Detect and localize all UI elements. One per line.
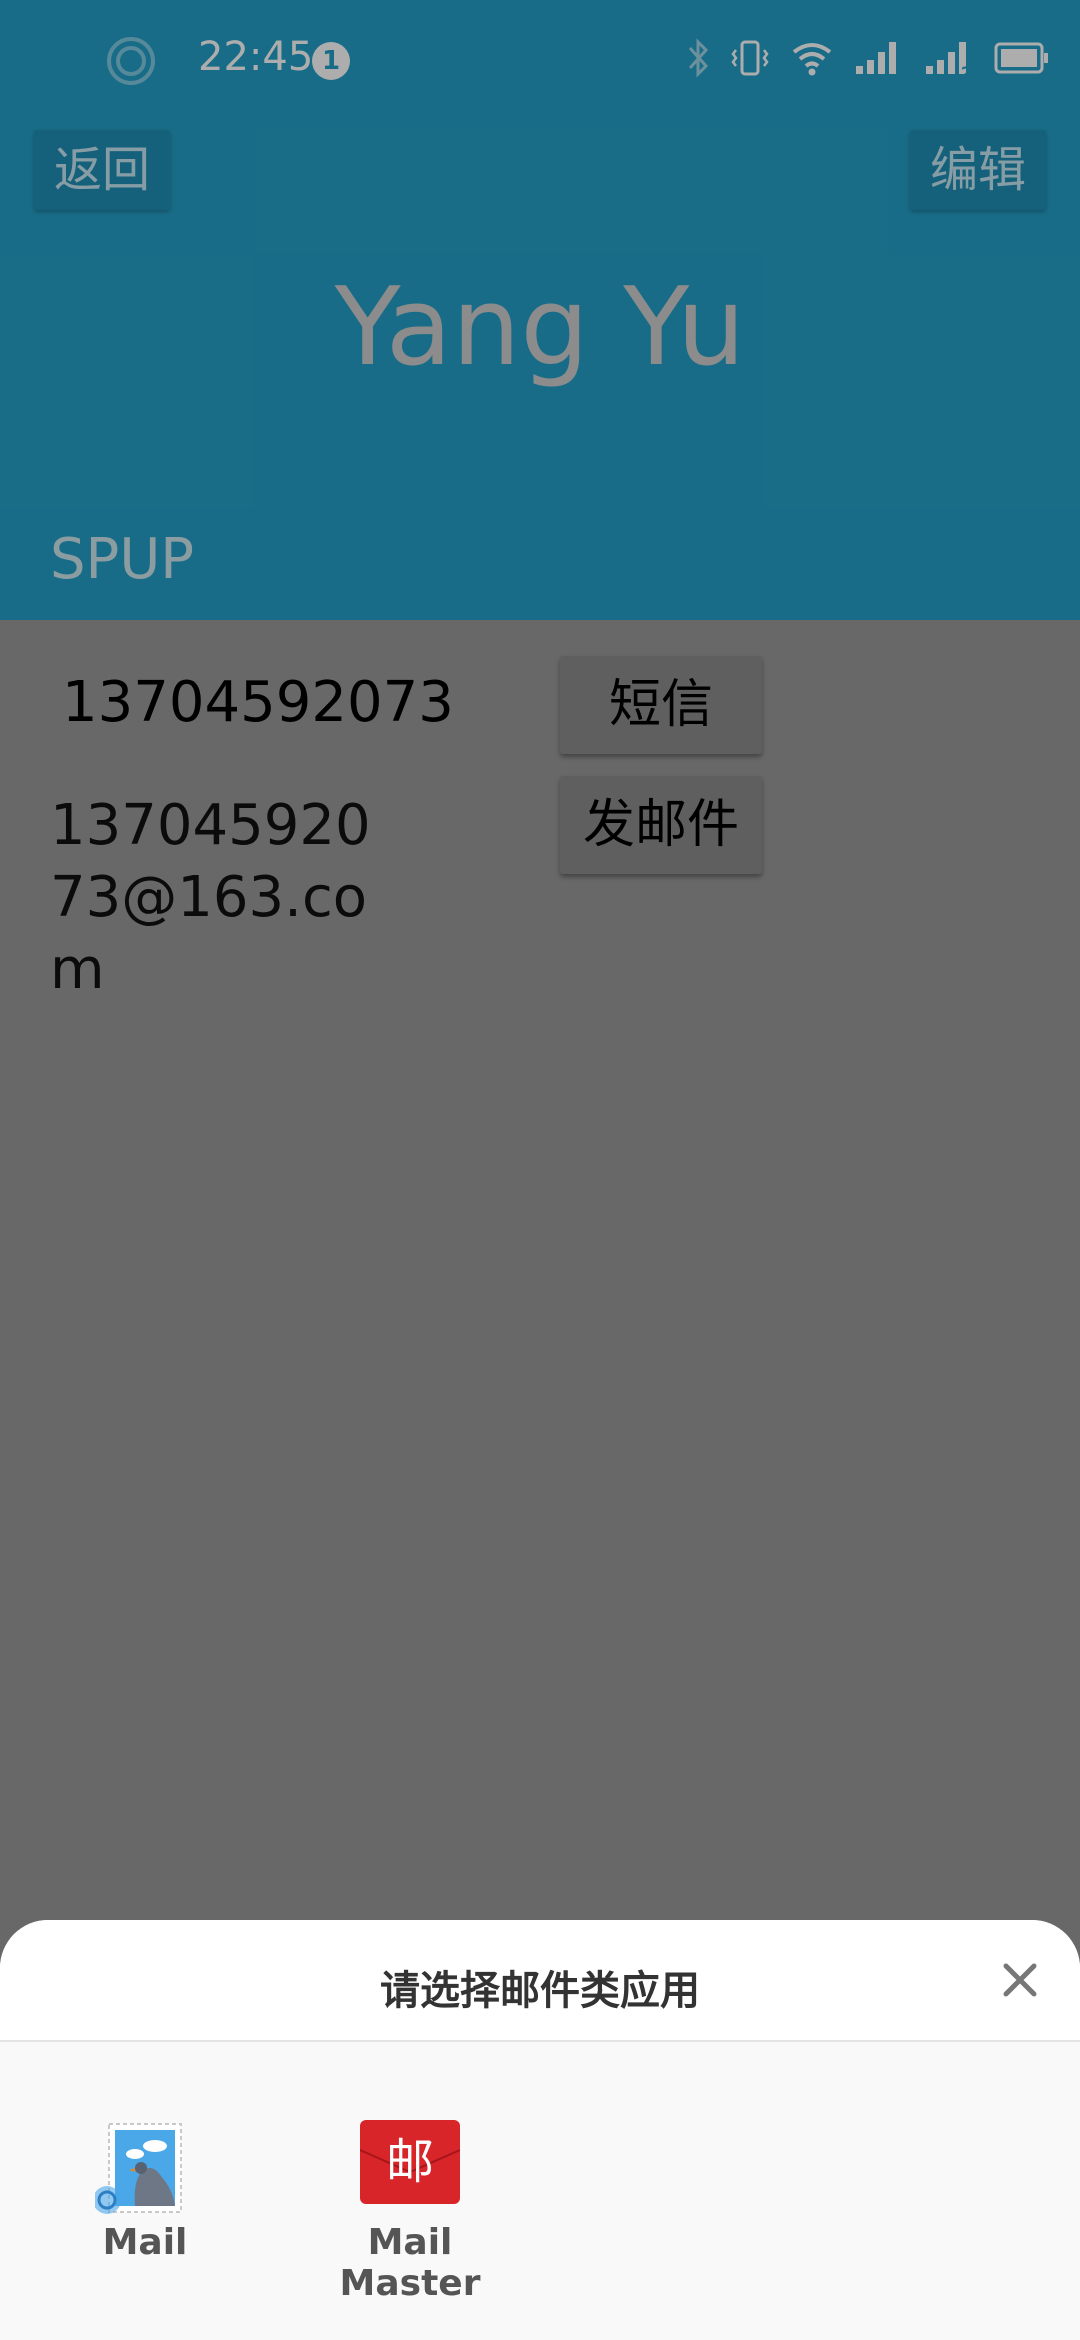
app-option-mail-master[interactable]: 邮 Mail Master (300, 2120, 520, 2304)
mail-app-chooser-sheet: 请选择邮件类应用 Mail 邮 Mail Master (0, 1920, 1080, 2340)
app-label-mail: Mail (102, 2222, 188, 2263)
mail-master-glyph: 邮 (386, 2134, 434, 2190)
mail-app-icon (93, 2120, 195, 2214)
sheet-title: 请选择邮件类应用 (380, 1968, 700, 2014)
app-label-mail-master: Mail Master (339, 2222, 481, 2304)
mail-master-icon: 邮 (359, 2120, 461, 2204)
sheet-header: 请选择邮件类应用 (0, 1920, 1080, 2042)
close-icon[interactable] (996, 1956, 1044, 2004)
app-option-mail[interactable]: Mail (60, 2120, 230, 2263)
